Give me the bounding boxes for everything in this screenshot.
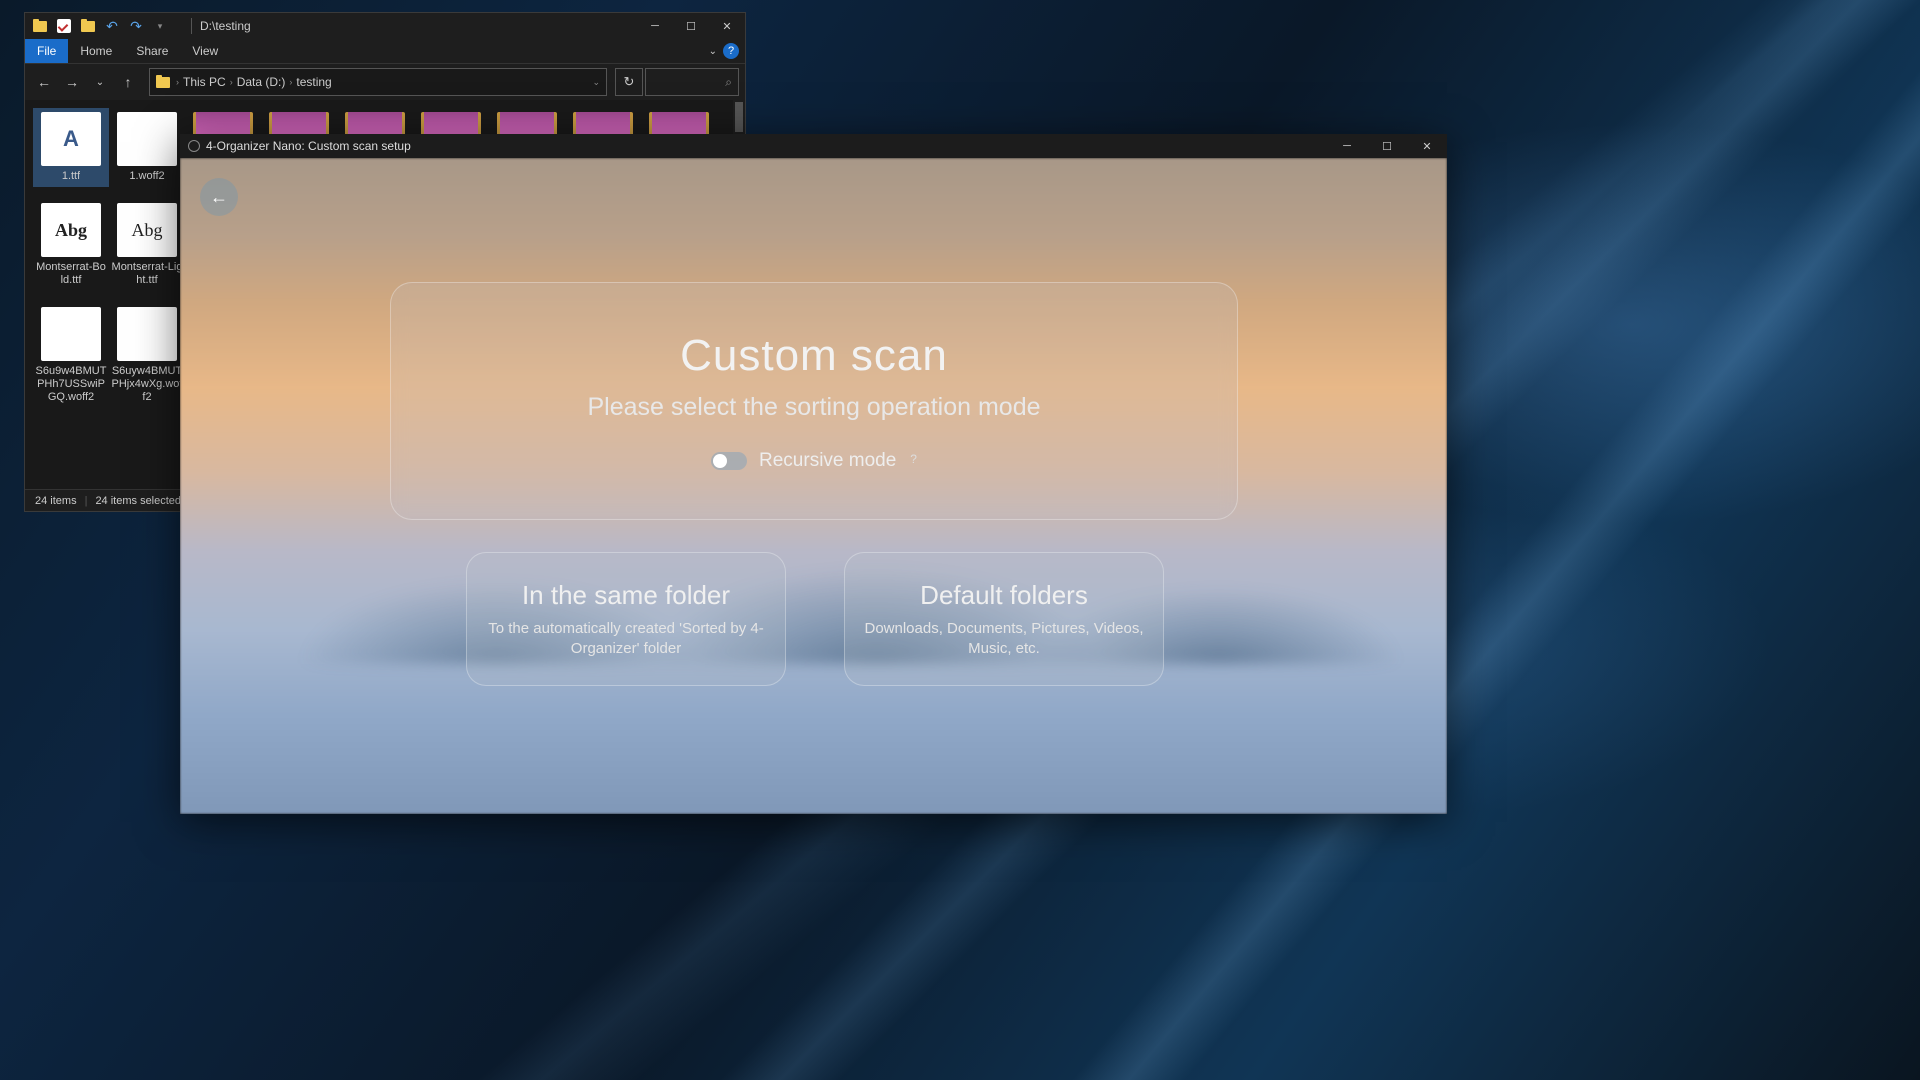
- history-dropdown-icon[interactable]: ⌄: [87, 69, 113, 95]
- organizer-titlebar[interactable]: 4-Organizer Nano: Custom scan setup ─ ☐ …: [180, 134, 1447, 158]
- address-bar[interactable]: › This PC › Data (D:) › testing ⌄: [149, 68, 607, 96]
- breadcrumb-segment[interactable]: Data (D:): [237, 75, 286, 89]
- organizer-window: 4-Organizer Nano: Custom scan setup ─ ☐ …: [180, 134, 1447, 814]
- maximize-button[interactable]: ☐: [673, 13, 709, 39]
- main-card: Custom scan Please select the sorting op…: [390, 282, 1238, 520]
- ribbon: File Home Share View ⌄ ?: [25, 39, 745, 64]
- breadcrumb-segment[interactable]: testing: [296, 75, 331, 89]
- folder-icon[interactable]: [79, 17, 97, 35]
- page-subtitle: Please select the sorting operation mode: [587, 393, 1040, 422]
- help-icon[interactable]: ?: [910, 452, 917, 466]
- minimize-button[interactable]: ─: [637, 13, 673, 39]
- file-item[interactable]: 1.woff2: [109, 108, 185, 187]
- ribbon-tab-view[interactable]: View: [180, 39, 230, 63]
- window-title: 4-Organizer Nano: Custom scan setup: [206, 139, 411, 153]
- undo-icon[interactable]: ↶: [103, 17, 121, 35]
- close-button[interactable]: ✕: [1407, 134, 1447, 158]
- file-name: Montserrat-Light.ttf: [111, 261, 183, 287]
- forward-button[interactable]: →: [59, 69, 85, 95]
- file-item[interactable]: Abg Montserrat-Light.ttf: [109, 199, 185, 291]
- file-name: S6uyw4BMUTPHjx4wXg.woff2: [111, 365, 183, 404]
- file-icon: [41, 307, 101, 361]
- file-name: 1.woff2: [129, 170, 164, 183]
- up-button[interactable]: ↑: [115, 69, 141, 95]
- option-title: In the same folder: [522, 580, 730, 611]
- font-file-icon: A: [41, 112, 101, 166]
- arrow-left-icon: ←: [210, 187, 228, 208]
- maximize-button[interactable]: ☐: [1367, 134, 1407, 158]
- ribbon-tab-file[interactable]: File: [25, 39, 68, 63]
- redo-icon[interactable]: ↷: [127, 17, 145, 35]
- file-item[interactable]: S6uyw4BMUTPHjx4wXg.woff2: [109, 303, 185, 408]
- file-item[interactable]: A 1.ttf: [33, 108, 109, 187]
- option-default-folders[interactable]: Default folders Downloads, Documents, Pi…: [844, 552, 1164, 686]
- selected-count: 24 items selected: [95, 495, 181, 507]
- recursive-toggle[interactable]: [711, 452, 747, 470]
- page-title: Custom scan: [680, 331, 948, 381]
- toggle-label: Recursive mode: [759, 450, 896, 472]
- chevron-right-icon[interactable]: ›: [289, 77, 292, 87]
- ribbon-tab-share[interactable]: Share: [124, 39, 180, 63]
- breadcrumb-segment[interactable]: This PC: [183, 75, 226, 89]
- chevron-right-icon[interactable]: ›: [176, 77, 179, 87]
- option-description: Downloads, Documents, Pictures, Videos, …: [863, 619, 1145, 659]
- help-icon[interactable]: ?: [723, 43, 739, 59]
- recursive-toggle-row: Recursive mode ?: [711, 450, 917, 472]
- separator: |: [85, 495, 88, 507]
- window-title: D:\testing: [200, 19, 637, 33]
- back-button[interactable]: ←: [200, 178, 238, 216]
- chevron-right-icon[interactable]: ›: [230, 77, 233, 87]
- explorer-titlebar[interactable]: ↶ ↷ ▾ D:\testing ─ ☐ ✕: [25, 13, 745, 39]
- font-file-icon: Abg: [41, 203, 101, 257]
- option-title: Default folders: [920, 580, 1088, 611]
- file-item[interactable]: Abg Montserrat-Bold.ttf: [33, 199, 109, 291]
- ribbon-expand-icon[interactable]: ⌄: [709, 46, 717, 57]
- folder-icon: [31, 17, 49, 35]
- separator: [191, 18, 192, 34]
- close-button[interactable]: ✕: [709, 13, 745, 39]
- file-name: 1.ttf: [62, 170, 80, 183]
- option-same-folder[interactable]: In the same folder To the automatically …: [466, 552, 786, 686]
- option-description: To the automatically created 'Sorted by …: [485, 619, 767, 659]
- qat-dropdown-icon[interactable]: ▾: [151, 17, 169, 35]
- address-dropdown-icon[interactable]: ⌄: [592, 77, 606, 88]
- ribbon-tab-home[interactable]: Home: [68, 39, 124, 63]
- file-name: Montserrat-Bold.ttf: [35, 261, 107, 287]
- refresh-button[interactable]: ↻: [615, 68, 643, 96]
- file-item[interactable]: S6u9w4BMUTPHh7USSwiPGQ.woff2: [33, 303, 109, 408]
- file-name: S6u9w4BMUTPHh7USSwiPGQ.woff2: [35, 365, 107, 404]
- app-icon: [188, 140, 200, 152]
- organizer-body: ← Custom scan Please select the sorting …: [180, 158, 1447, 814]
- font-file-icon: Abg: [117, 203, 177, 257]
- properties-icon[interactable]: [55, 17, 73, 35]
- file-icon: [117, 112, 177, 166]
- back-button[interactable]: ←: [31, 69, 57, 95]
- search-input[interactable]: ⌕: [645, 68, 739, 96]
- search-icon: ⌕: [725, 75, 732, 90]
- file-icon: [117, 307, 177, 361]
- minimize-button[interactable]: ─: [1327, 134, 1367, 158]
- item-count: 24 items: [35, 495, 77, 507]
- folder-icon: [154, 73, 172, 91]
- nav-row: ← → ⌄ ↑ › This PC › Data (D:) › testing …: [25, 64, 745, 100]
